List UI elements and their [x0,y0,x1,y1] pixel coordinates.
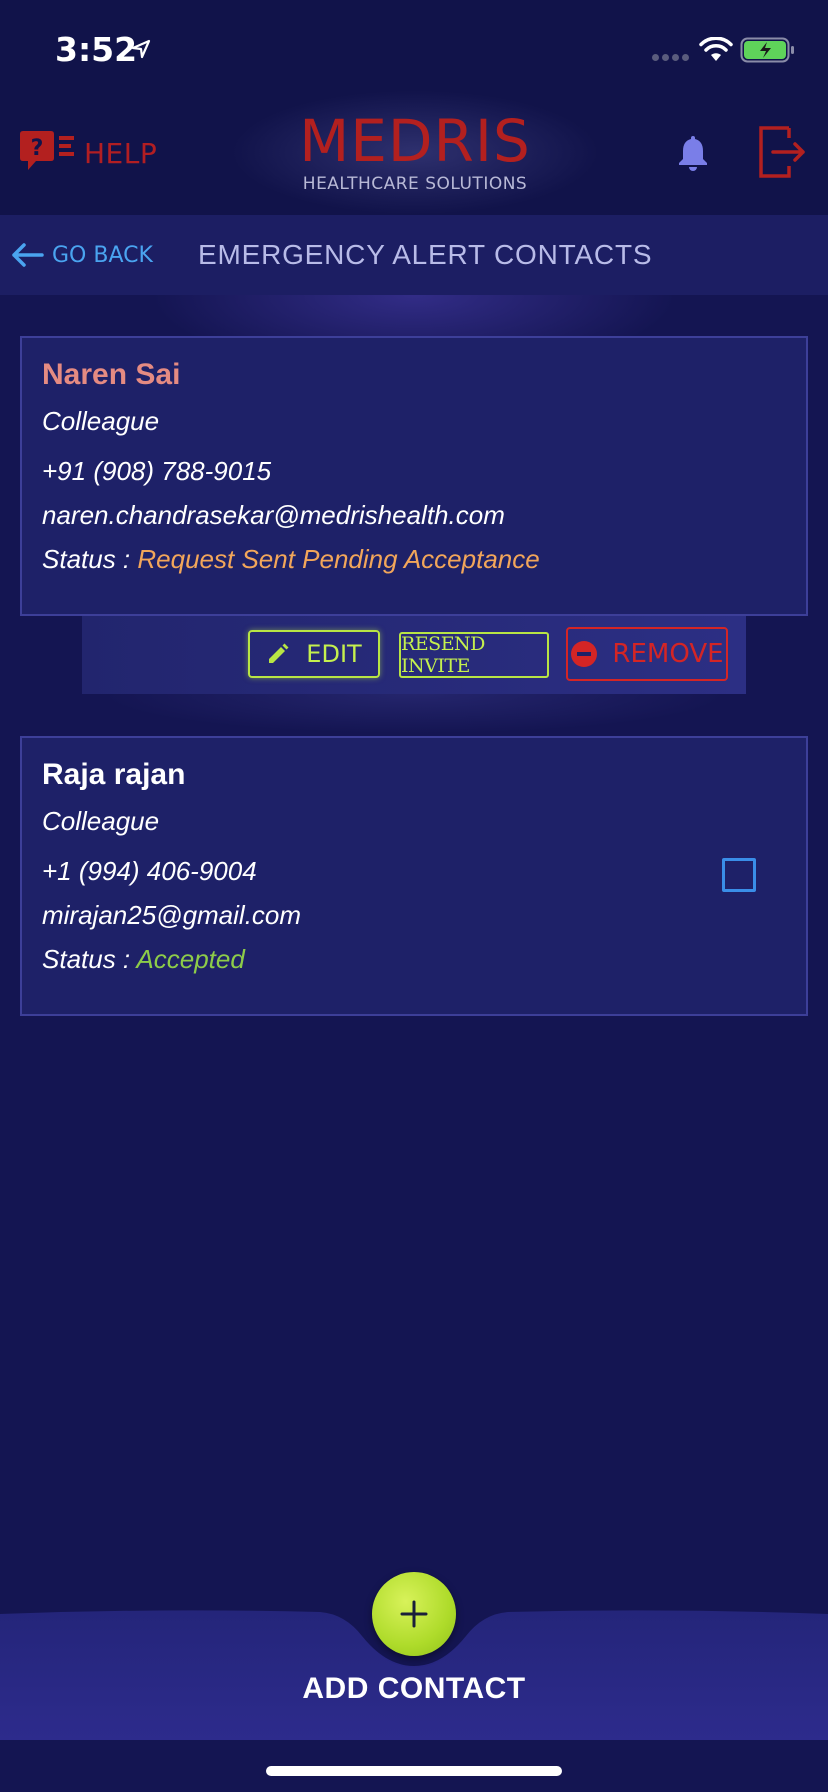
action-bar-glow [100,694,728,734]
contact-name: Naren Sai [42,358,181,391]
go-back-button[interactable]: GO BACK [10,237,153,273]
pencil-icon [269,643,289,663]
status-value: Accepted [136,944,245,974]
status-prefix: Status : [42,544,138,574]
add-contact-fab[interactable] [372,1572,456,1656]
minus-circle-icon [571,641,598,667]
resend-invite-button[interactable]: RESEND INVITE [399,632,549,678]
contact-card[interactable]: Naren Sai Colleague +91 (908) 788-9015 n… [20,336,808,616]
remove-button[interactable]: REMOVE [566,627,728,681]
go-back-label: GO BACK [52,242,153,268]
svg-text:?: ? [31,136,44,161]
contact-phone: +91 (908) 788-9015 [42,456,272,486]
status-bar: 3:52 [0,0,828,90]
resend-invite-label: RESEND INVITE [401,633,485,677]
contact-relation: Colleague [42,406,160,436]
location-arrow-icon [131,39,151,59]
contact-status: Status : Accepted [42,944,245,975]
brand-logo: MEDRIS HEALTHCARE SOLUTIONS [230,110,600,194]
contact-select-checkbox[interactable] [722,858,756,892]
help-button[interactable]: ? HELP [18,128,157,178]
page-title: EMERGENCY ALERT CONTACTS [198,239,653,270]
contact-action-bar: EDIT RESEND INVITE REMOVE [82,616,746,694]
nav-bar: GO BACK EMERGENCY ALERT CONTACTS [0,215,828,295]
battery-charging-icon [740,37,794,63]
logout-icon[interactable] [755,122,807,182]
contact-email: mirajan25@gmail.com [42,900,302,930]
contact-phone: +1 (994) 406-9004 [42,856,257,886]
plus-icon [400,1600,428,1628]
contact-email: naren.chandrasekar@medrishealth.com [42,500,505,530]
contact-name: Raja rajan [42,758,186,791]
contact-status: Status : Request Sent Pending Acceptance [42,544,540,575]
arrow-left-icon [12,243,44,267]
status-prefix: Status : [42,944,137,974]
contact-card[interactable]: Raja rajan Colleague +1 (994) 406-9004 m… [20,736,808,1016]
logo-subtitle: HEALTHCARE SOLUTIONS [302,174,528,194]
home-indicator [266,1766,562,1776]
edit-button[interactable]: EDIT [248,630,380,678]
status-time: 3:52 [55,30,138,69]
bell-icon[interactable] [672,132,714,174]
contact-relation: Colleague [42,806,160,836]
wifi-icon [699,37,733,61]
app-header: ? HELP MEDRIS HEALTHCARE SOLUTIONS [0,90,828,215]
status-value: Request Sent Pending Acceptance [137,544,540,574]
add-contact-label[interactable]: ADD CONTACT [0,1672,828,1706]
help-chat-icon: ? [20,131,74,170]
signal-icon [652,54,689,61]
logo-title: MEDRIS [299,107,531,175]
edit-label: EDIT [306,640,362,668]
remove-label: REMOVE [612,639,724,669]
help-label: HELP [84,136,158,170]
